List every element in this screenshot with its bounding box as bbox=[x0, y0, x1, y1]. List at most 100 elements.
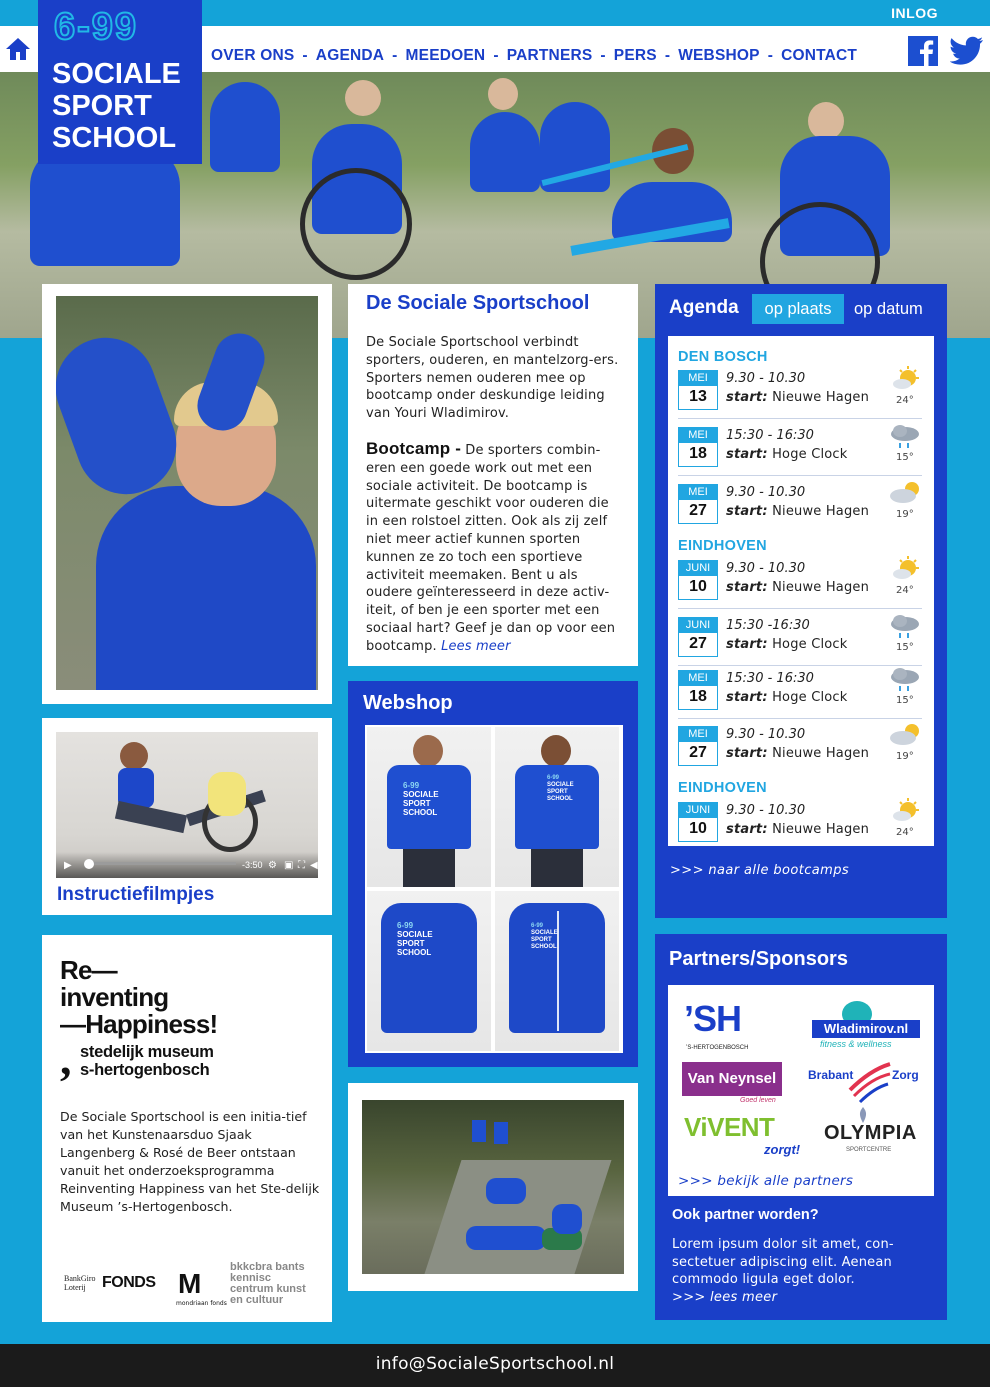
event-time: 9.30 - 10.30 bbox=[726, 727, 806, 742]
jacket-print-text: SOCIALE SPORT SCHOOL bbox=[397, 930, 433, 957]
bootcamp-title: Bootcamp - bbox=[366, 439, 461, 458]
fullscreen-icon[interactable]: ⛶ bbox=[298, 860, 305, 871]
nav-item-meedoen[interactable]: MEEDOEN bbox=[406, 47, 486, 65]
webshop-products: 6-99 SOCIALE SPORT SCHOOL 6-99 SOCIALE SPO… bbox=[365, 725, 623, 1053]
settings-icon[interactable]: ⚙ bbox=[268, 860, 277, 871]
become-partner-text: Lorem ipsum dolor sit amet, con-sectetue… bbox=[672, 1237, 894, 1287]
sh-logo-name: ’S-HERTOGENBOSCH bbox=[686, 1045, 749, 1051]
event-start-label: start: bbox=[726, 690, 768, 705]
agenda-title: Agenda bbox=[669, 297, 739, 318]
facebook-icon[interactable] bbox=[908, 36, 938, 66]
event-start-location[interactable]: start: Hoge Clock bbox=[726, 637, 848, 652]
outdoor-bootcamp-photo bbox=[362, 1100, 624, 1274]
play-icon[interactable]: ▶ bbox=[64, 860, 72, 871]
partners-title: Partners/Sponsors bbox=[669, 948, 848, 970]
event-start-location[interactable]: start: Nieuwe Hagen bbox=[726, 746, 869, 761]
jacket-front-product[interactable]: 6-99 SOCIALE SPORT SCHOOL bbox=[367, 891, 491, 1051]
home-icon[interactable] bbox=[5, 37, 31, 61]
event-month: JUNI bbox=[679, 618, 717, 633]
shirt-front-product[interactable]: 6-99 SOCIALE SPORT SCHOOL bbox=[367, 727, 491, 887]
museum-title-line: inventing bbox=[60, 982, 169, 1012]
vivent-logo[interactable]: ViVENT bbox=[684, 1112, 775, 1143]
video-caption[interactable]: Instructiefilmpjes bbox=[57, 884, 214, 906]
museum-name: stedelijk museum s-hertogenbosch bbox=[80, 1043, 214, 1079]
main-nav: OVER ONS - AGENDA - MEEDOEN - PARTNERS -… bbox=[211, 47, 857, 65]
instruction-video-player[interactable]: ▶ -3:50 ⚙ ▣ ⛶ ◀ bbox=[56, 732, 318, 878]
nav-separator: - bbox=[767, 47, 774, 64]
nav-item-agenda[interactable]: AGENDA bbox=[316, 47, 384, 65]
event-date-badge[interactable]: MEI 27 bbox=[678, 726, 718, 766]
become-partner-title: Ook partner worden? bbox=[672, 1207, 819, 1223]
webshop-title[interactable]: Webshop bbox=[363, 692, 453, 715]
event-start-location[interactable]: start: Nieuwe Hagen bbox=[726, 580, 869, 595]
museum-comma-logo: , bbox=[60, 1033, 72, 1084]
jacket-back-product[interactable]: 6-99 SOCIALE SPORT SCHOOL bbox=[495, 891, 619, 1051]
tab-op-plaats[interactable]: op plaats bbox=[752, 294, 844, 324]
shirt-back-product[interactable]: 6-99 SOCIALE SPORT SCHOOL bbox=[495, 727, 619, 887]
olympia-logo[interactable]: OLYMPIA bbox=[824, 1122, 917, 1145]
volume-icon[interactable]: ◀ bbox=[310, 860, 318, 871]
event-start-location[interactable]: start: Nieuwe Hagen bbox=[726, 504, 869, 519]
event-temperature: 15° bbox=[896, 642, 914, 653]
event-start-label: start: bbox=[726, 580, 768, 595]
wladimirov-logo[interactable]: Wladimirov.nl bbox=[812, 1020, 920, 1038]
vanneynsel-logo[interactable]: Van Neynsel bbox=[682, 1062, 782, 1096]
event-day: 10 bbox=[689, 820, 707, 837]
read-more-link[interactable]: Lees meer bbox=[441, 639, 511, 654]
event-start-location[interactable]: start: Nieuwe Hagen bbox=[726, 390, 869, 405]
agenda-divider bbox=[678, 418, 922, 419]
nav-separator: - bbox=[664, 47, 671, 64]
jacket-print-text: SOCIALE SPORT SCHOOL bbox=[531, 930, 558, 950]
wladimirov-tagline: fitness & wellness bbox=[820, 1039, 892, 1049]
museum-name-line: stedelijk museum bbox=[80, 1043, 214, 1061]
site-logo[interactable]: 6-99 SOCIALE SPORT SCHOOL bbox=[38, 0, 202, 164]
pip-icon[interactable]: ▣ bbox=[284, 860, 293, 871]
nav-item-over-ons[interactable]: OVER ONS bbox=[211, 47, 294, 65]
event-temperature: 24° bbox=[896, 395, 914, 406]
event-month: JUNI bbox=[679, 561, 717, 576]
all-partners-link[interactable]: >>> bekijk alle partners bbox=[678, 1173, 853, 1189]
nav-item-pers[interactable]: PERS bbox=[614, 47, 657, 65]
event-time: 15:30 - 16:30 bbox=[726, 428, 814, 443]
event-time: 9.30 - 10.30 bbox=[726, 371, 806, 386]
fund-logos: BankGiro Loterij FONDS M mondriaan fonds… bbox=[60, 1262, 312, 1314]
event-date-badge[interactable]: MEI 18 bbox=[678, 670, 718, 710]
video-progress-handle[interactable] bbox=[84, 859, 94, 869]
sunny-weather-icon bbox=[888, 798, 922, 826]
login-link[interactable]: INLOG bbox=[891, 5, 938, 21]
event-time: 15:30 -16:30 bbox=[726, 618, 810, 633]
event-date-badge[interactable]: MEI 27 bbox=[678, 484, 718, 524]
footer: info@SocialeSportschool.nl bbox=[0, 1344, 990, 1387]
footer-email-link[interactable]: info@SocialeSportschool.nl bbox=[376, 1354, 615, 1374]
video-progress-track[interactable] bbox=[86, 862, 236, 865]
event-day: 18 bbox=[689, 445, 707, 462]
agenda-city-heading: EINDHOVEN bbox=[678, 780, 767, 796]
tab-op-datum[interactable]: op datum bbox=[854, 294, 923, 324]
logo-line: SPORT bbox=[52, 90, 152, 122]
nav-item-contact[interactable]: CONTACT bbox=[781, 47, 857, 65]
shirt-print: 6-99 SOCIALE SPORT SCHOOL bbox=[547, 775, 574, 803]
intro-title: De Sociale Sportschool bbox=[366, 292, 590, 314]
event-month: MEI bbox=[679, 485, 717, 500]
event-date-badge[interactable]: JUNI 10 bbox=[678, 560, 718, 600]
brabantzorg-logo[interactable]: Brabant bbox=[808, 1068, 853, 1082]
event-start-location[interactable]: start: Hoge Clock bbox=[726, 690, 848, 705]
agenda-divider bbox=[678, 475, 922, 476]
event-date-badge[interactable]: MEI 13 bbox=[678, 370, 718, 410]
agenda-divider bbox=[678, 665, 922, 666]
nav-item-partners[interactable]: PARTNERS bbox=[507, 47, 593, 65]
become-partner-read-more[interactable]: >>> lees meer bbox=[672, 1290, 777, 1305]
museum-description: De Sociale Sportschool is een initia-tie… bbox=[60, 1109, 320, 1214]
event-temperature: 15° bbox=[896, 452, 914, 463]
event-date-badge[interactable]: MEI 18 bbox=[678, 427, 718, 467]
sh-logo[interactable]: ’SH bbox=[684, 998, 742, 1040]
event-start-location[interactable]: start: Hoge Clock bbox=[726, 447, 848, 462]
event-month: MEI bbox=[679, 727, 717, 742]
event-date-badge[interactable]: JUNI 27 bbox=[678, 617, 718, 657]
twitter-icon[interactable] bbox=[950, 36, 984, 66]
all-bootcamps-link[interactable]: >>> naar alle bootcamps bbox=[670, 863, 849, 878]
event-start-location[interactable]: start: Nieuwe Hagen bbox=[726, 822, 869, 837]
nav-item-webshop[interactable]: WEBSHOP bbox=[678, 47, 760, 65]
logo-line: SOCIALE bbox=[52, 58, 181, 90]
event-date-badge[interactable]: JUNI 10 bbox=[678, 802, 718, 842]
